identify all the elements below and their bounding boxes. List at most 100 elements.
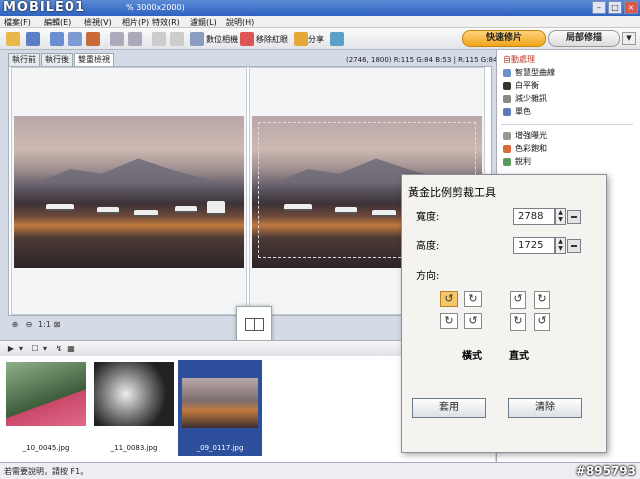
before-photo xyxy=(14,116,244,268)
grid-icon[interactable] xyxy=(68,32,82,46)
redeye-button[interactable]: 移除紅眼 xyxy=(256,34,288,45)
thumbnail-item[interactable]: _10_0045.jpg xyxy=(4,360,88,456)
noise-icon xyxy=(503,94,511,103)
tab-after[interactable]: 執行後 xyxy=(41,53,73,66)
thumbnail-caption: _09_0117.jpg xyxy=(196,444,244,452)
clear-button[interactable]: 清除 xyxy=(508,398,582,418)
thumbnail-caption: _10_0045.jpg xyxy=(22,444,70,452)
landscape-spiral-1-option[interactable]: ↺ xyxy=(440,291,458,307)
menu-bar: 檔案(F) 編輯(E) 檢視(V) 相片(P) 特效(R) 濾鏡(L) 說明(H… xyxy=(0,16,640,28)
portrait-spiral-3-option[interactable]: ↻ xyxy=(510,313,526,331)
panel-item-smart-curve[interactable]: 智慧型曲線 xyxy=(503,67,555,78)
share-icon[interactable] xyxy=(294,32,308,46)
height-spinner[interactable]: ▲ ▼ xyxy=(555,237,566,254)
menu-file[interactable]: 檔案(F) xyxy=(4,17,31,28)
minimize-button[interactable]: – xyxy=(592,1,606,14)
rotate-left-icon[interactable] xyxy=(110,32,124,46)
tool-icon[interactable]: ↯ xyxy=(54,344,64,354)
local-repair-tab[interactable]: 局部修描 xyxy=(548,30,620,47)
split-view-button[interactable] xyxy=(236,306,272,342)
menu-edit[interactable]: 編輯(E) xyxy=(44,17,71,28)
tab-dual-view[interactable]: 雙重檢視 xyxy=(74,53,114,66)
mono-icon xyxy=(503,107,511,116)
color-icon xyxy=(503,144,511,153)
portrait-caption: 直式 xyxy=(509,351,529,362)
menu-help[interactable]: 說明(H) xyxy=(226,17,254,28)
zoom-out-icon[interactable]: ⊖ xyxy=(24,320,34,330)
spin-down-icon[interactable]: ▼ xyxy=(556,216,565,223)
redo-icon[interactable] xyxy=(170,32,184,46)
landscape-caption: 橫式 xyxy=(462,351,482,362)
thumbnail-item[interactable]: _11_0083.jpg xyxy=(92,360,176,456)
share-button[interactable]: 分享 xyxy=(308,34,324,45)
panel-item-sharpen[interactable]: 銳利 xyxy=(503,156,531,167)
panel-item-mono[interactable]: 單色 xyxy=(503,106,531,117)
before-pane xyxy=(11,67,247,315)
undo-icon[interactable] xyxy=(152,32,166,46)
title-bar: MOBILE01 % 3000x2000) – □ × xyxy=(0,0,640,16)
width-label: 寬度: xyxy=(416,212,440,223)
main-toolbar: 數位相機 移除紅眼 分享 快速修片 局部修描 ▼ xyxy=(0,28,640,50)
golden-ratio-crop-dialog: 黃金比例剪裁工具 寬度: 2788 ▲ ▼ 高度: 1725 ▲ ▼ 方向: ↺… xyxy=(401,174,607,453)
landscape-spiral-3-option[interactable]: ↻ xyxy=(440,313,458,329)
zoom-in-icon[interactable]: ⊕ xyxy=(10,320,20,330)
spin-up-icon[interactable]: ▲ xyxy=(556,209,565,216)
width-input[interactable]: 2788 xyxy=(513,208,555,225)
height-label: 高度: xyxy=(416,241,440,252)
spin-up-icon[interactable]: ▲ xyxy=(556,238,565,245)
print-icon[interactable] xyxy=(86,32,100,46)
view-tabs: 執行前 執行後 雙重檢視 xyxy=(8,53,115,66)
camera-icon[interactable] xyxy=(190,32,204,46)
dialog-title: 黃金比例剪裁工具 xyxy=(408,186,496,199)
thumbnail-item-selected[interactable]: _09_0117.jpg xyxy=(178,360,262,456)
pixel-info: (2746, 1800) R:115 G:84 B:53 | R:115 G:8… xyxy=(346,56,516,64)
menu-photo[interactable]: 相片(P) xyxy=(122,17,149,28)
tab-before[interactable]: 執行前 xyxy=(8,53,40,66)
select-icon[interactable]: ☐ xyxy=(30,344,40,354)
quick-repair-tab[interactable]: 快速修片 xyxy=(462,30,546,47)
select-dropdown-icon[interactable]: ▾ xyxy=(40,344,50,354)
maximize-button[interactable]: □ xyxy=(608,1,622,14)
spin-down-icon[interactable]: ▼ xyxy=(556,245,565,252)
scan-icon[interactable] xyxy=(50,32,64,46)
rotate-right-icon[interactable] xyxy=(128,32,142,46)
play-dropdown-icon[interactable]: ▾ xyxy=(16,344,26,354)
layout-icon[interactable]: ▦ xyxy=(66,344,76,354)
split-view-icon xyxy=(245,318,264,331)
panel-header: 自動處理 xyxy=(503,55,535,64)
portrait-spiral-4-option[interactable]: ↺ xyxy=(534,313,550,331)
width-spinner[interactable]: ▲ ▼ xyxy=(555,208,566,225)
panel-item-white-balance[interactable]: 白平衡 xyxy=(503,80,539,91)
thumbnail-image xyxy=(6,362,86,426)
panel-item-noise[interactable]: 減少雜訊 xyxy=(503,93,547,104)
watermark: #895793 xyxy=(575,464,636,478)
landscape-spiral-4-option[interactable]: ↺ xyxy=(464,313,482,329)
fit-window-icon[interactable]: ⊠ xyxy=(52,320,62,330)
window-title: % 3000x2000) xyxy=(126,3,185,12)
thumbnail-image xyxy=(182,378,258,428)
height-input[interactable]: 1725 xyxy=(513,237,555,254)
landscape-spiral-2-option[interactable]: ↻ xyxy=(464,291,482,307)
actual-size-icon[interactable]: 1:1 xyxy=(38,320,51,330)
close-button[interactable]: × xyxy=(624,1,638,14)
open-folder-icon[interactable] xyxy=(6,32,20,46)
portrait-spiral-1-option[interactable]: ↺ xyxy=(510,291,526,309)
globe-icon[interactable] xyxy=(330,32,344,46)
save-icon[interactable] xyxy=(26,32,40,46)
height-unit-button[interactable] xyxy=(567,239,581,253)
view-controls: ⊕ ⊖ 1:1 ⊠ xyxy=(10,320,62,330)
menu-view[interactable]: 檢視(V) xyxy=(84,17,112,28)
redeye-icon[interactable] xyxy=(240,32,254,46)
toolbar-dropdown[interactable]: ▼ xyxy=(622,32,636,45)
portrait-spiral-2-option[interactable]: ↻ xyxy=(534,291,550,309)
eyedropper-icon xyxy=(503,81,511,90)
panel-divider xyxy=(501,124,633,125)
width-unit-button[interactable] xyxy=(567,210,581,224)
apply-button[interactable]: 套用 xyxy=(412,398,486,418)
menu-effects[interactable]: 特效(R) xyxy=(152,17,180,28)
panel-item-exposure[interactable]: 增強曝光 xyxy=(503,130,547,141)
menu-filters[interactable]: 濾鏡(L) xyxy=(190,17,217,28)
panel-item-saturation[interactable]: 色彩飽和 xyxy=(503,143,547,154)
digital-photo-button[interactable]: 數位相機 xyxy=(206,34,238,45)
play-icon[interactable]: ▶ xyxy=(6,344,16,354)
